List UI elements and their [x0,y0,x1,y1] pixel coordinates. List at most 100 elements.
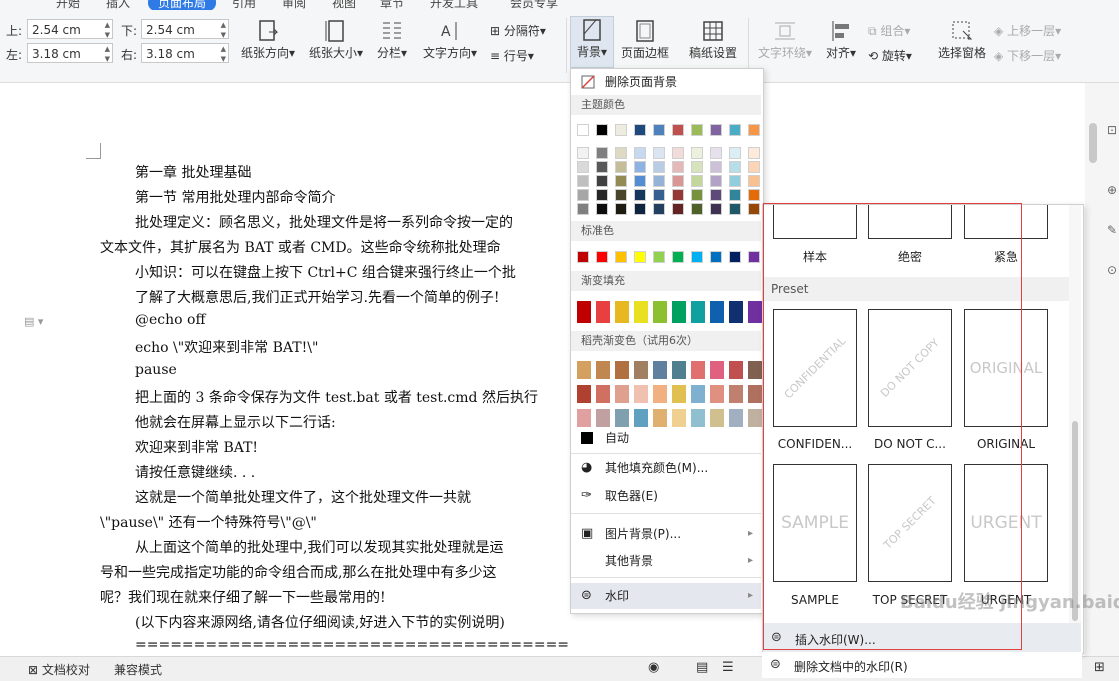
docer-gradient-swatch[interactable] [748,409,762,427]
theme-color-swatch[interactable] [634,124,646,136]
doc-line[interactable]: pause [135,362,177,378]
theme-shade-swatch[interactable] [634,189,646,201]
docer-gradient-swatch[interactable] [691,385,705,403]
docer-gradient-swatch[interactable] [672,385,686,403]
docer-gradient-swatch[interactable] [615,385,629,403]
doc-line[interactable]: 第一节 常用批处理内部命令简介 [135,187,335,207]
docer-gradient-swatch[interactable] [672,409,686,427]
doc-line[interactable]: 号和一些完成指定功能的命令组合而成,那么在批处理中有多少这 [100,562,496,582]
doc-line[interactable]: 把上面的 3 条命令保存为文件 test.bat 或者 test.cmd 然后执… [135,387,538,407]
theme-color-swatch[interactable] [691,124,703,136]
tab-references[interactable]: 引用 [232,0,256,10]
standard-color-swatch[interactable] [596,251,608,263]
theme-shade-swatch[interactable] [691,161,703,173]
tab-review[interactable]: 审阅 [282,0,306,10]
spinner-arrows-icon[interactable]: ▲ ▼ [221,44,226,64]
docer-gradient-swatch[interactable] [653,409,667,427]
page-view-icon[interactable]: ▤ [696,660,708,675]
standard-color-swatch[interactable] [577,251,589,263]
theme-shade-swatch[interactable] [653,203,665,215]
theme-color-swatch[interactable] [729,124,741,136]
auto-color-item[interactable]: 自动 [571,427,761,449]
watermark-thumb-confidential[interactable]: CONFIDENTIAL [773,309,857,427]
watermark-thumb-do-not-copy[interactable]: DO NOT COPY [868,309,952,427]
tab-view[interactable]: 视图 [332,0,356,10]
docer-gradient-swatch[interactable] [577,361,591,379]
standard-color-swatch[interactable] [729,251,741,263]
standard-color-swatch[interactable] [615,251,627,263]
docer-gradient-swatch[interactable] [691,361,705,379]
doc-line[interactable]: @echo off [135,312,205,328]
theme-shade-swatch[interactable] [691,175,703,187]
doc-line[interactable]: (以下内容来源网络,请各位仔细阅读,好进入下节的实例说明) [135,612,505,632]
theme-shade-swatch[interactable] [634,161,646,173]
docer-gradient-swatch[interactable] [596,361,610,379]
theme-color-swatch[interactable] [615,124,627,136]
spinner-arrows-icon[interactable]: ▲ ▼ [221,20,226,40]
watermark-thumb-urgent-cn[interactable] [964,205,1048,239]
theme-shade-swatch[interactable] [729,203,741,215]
tab-page-layout[interactable]: 页面布局 [148,0,217,10]
eye-icon[interactable]: ◉ [648,660,659,675]
theme-shade-swatch[interactable] [653,189,665,201]
text-wrap-button[interactable]: 文字环绕▾ [754,18,816,61]
docer-gradient-swatch[interactable] [653,385,667,403]
theme-shade-swatch[interactable] [577,175,589,187]
theme-shade-swatch[interactable] [691,203,703,215]
watermark-thumb-sample-cn[interactable] [773,205,857,239]
theme-shade-swatch[interactable] [596,175,608,187]
theme-shade-swatch[interactable] [729,161,741,173]
docer-gradient-swatch[interactable] [615,409,629,427]
docer-gradient-swatch[interactable] [729,361,743,379]
remove-watermark-item[interactable]: ⊜ 删除文档中的水印(R) [762,652,1082,678]
theme-shade-swatch[interactable] [710,175,722,187]
theme-shade-swatch[interactable] [729,189,741,201]
docer-gradient-swatch[interactable] [596,385,610,403]
theme-shade-swatch[interactable] [672,203,684,215]
watermark-thumb-top-secret[interactable]: TOP SECRET [868,464,952,582]
side-tool-icon[interactable]: ⊡ [1107,123,1117,137]
standard-color-swatch[interactable] [748,251,760,263]
doc-line[interactable]: 呢？我们现在就来仔细了解一下一些最常用的! [100,587,386,607]
theme-shade-swatch[interactable] [672,147,684,159]
theme-shade-swatch[interactable] [577,147,589,159]
docer-gradient-swatch[interactable] [634,361,648,379]
gradient-fill-swatch[interactable] [729,301,743,323]
background-button[interactable]: 背景▾ [570,16,614,68]
doc-line[interactable]: 他就会在屏幕上显示以下二行话: [135,412,336,432]
theme-shade-swatch[interactable] [672,189,684,201]
theme-shade-swatch[interactable] [710,147,722,159]
doc-line[interactable]: 从上面这个简单的批处理中,我们可以发现其实批处理就是运 [135,537,503,557]
theme-shade-swatch[interactable] [710,189,722,201]
paper-size-button[interactable]: 纸张大小▾ [306,18,366,61]
theme-shade-swatch[interactable] [634,147,646,159]
theme-shade-swatch[interactable] [577,189,589,201]
theme-color-swatch[interactable] [577,124,589,136]
gradient-fill-swatch[interactable] [634,301,648,323]
insert-watermark-item[interactable]: ⊜ 插入水印(W)... [763,623,1081,653]
side-tool-icon[interactable]: ⊕ [1107,183,1117,197]
docer-gradient-swatch[interactable] [729,409,743,427]
docer-gradient-swatch[interactable] [691,409,705,427]
docer-gradient-swatch[interactable] [577,385,591,403]
docer-gradient-swatch[interactable] [596,409,610,427]
doc-line[interactable]: 第一章 批处理基础 [135,162,251,182]
docer-gradient-swatch[interactable] [710,409,724,427]
doc-line[interactable]: 批处理定义：顾名思义，批处理文件是将一系列命令按一定的 [135,212,513,232]
theme-shade-swatch[interactable] [577,161,589,173]
scroll-thumb[interactable] [1089,123,1097,163]
docer-gradient-swatch[interactable] [710,361,724,379]
align-button[interactable]: 对齐▾ [822,18,860,61]
watermark-thumb-original[interactable]: ORIGINAL [964,309,1048,427]
side-tool-icon[interactable]: ⊙ [1107,263,1117,277]
bring-forward-button[interactable]: ◈ 上移一层▾ [994,22,1078,39]
watermark-thumb-sample[interactable]: SAMPLE [773,464,857,582]
docer-gradient-swatch[interactable] [577,409,591,427]
theme-shade-swatch[interactable] [596,189,608,201]
rotate-button[interactable]: ⟲ 旋转▾ [868,47,932,64]
theme-shade-swatch[interactable] [748,203,760,215]
standard-color-swatch[interactable] [653,251,665,263]
spinner-arrows-icon[interactable]: ▲ ▼ [105,20,110,40]
docer-gradient-swatch[interactable] [615,361,629,379]
more-fill-colors-item[interactable]: ◕ 其他填充颜色(M)... [571,455,761,481]
